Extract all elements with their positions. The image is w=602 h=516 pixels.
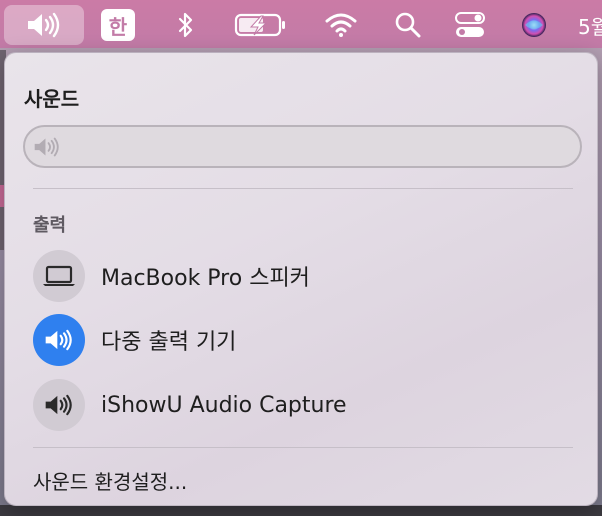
bluetooth-icon: [176, 11, 196, 39]
background-window-bottom: [0, 505, 602, 516]
siri-button[interactable]: [518, 5, 550, 45]
spotlight-button[interactable]: [392, 5, 424, 45]
device-label: iShowU Audio Capture: [101, 392, 347, 418]
speaker-icon: [33, 314, 85, 366]
divider: [33, 188, 573, 189]
device-item-macbook-pro-speaker[interactable]: MacBook Pro 스피커: [33, 249, 573, 303]
volume-slider[interactable]: [23, 125, 582, 168]
panel-title: 사운드: [24, 87, 80, 111]
output-section-label: 출력: [33, 215, 67, 236]
sound-menu-button[interactable]: [4, 5, 84, 45]
device-item-multi-output[interactable]: 다중 출력 기기: [33, 313, 573, 367]
speaker-icon: [33, 379, 85, 431]
bluetooth-button[interactable]: [170, 5, 202, 45]
device-item-ishowu-audio-capture[interactable]: iShowU Audio Capture: [33, 378, 573, 432]
menubar-date: 5월: [578, 14, 602, 39]
control-center-icon: [454, 11, 486, 39]
search-icon: [394, 11, 422, 39]
speaker-icon: [26, 12, 62, 38]
wifi-button[interactable]: [322, 5, 360, 45]
sound-preferences-menu-item[interactable]: 사운드 환경설정...: [33, 466, 187, 495]
siri-icon: [520, 11, 548, 39]
battery-button[interactable]: [232, 5, 290, 45]
device-label: 다중 출력 기기: [101, 330, 237, 355]
battery-charging-icon: [234, 12, 288, 38]
menu-bar: 한 5월: [0, 0, 602, 48]
control-center-button[interactable]: [452, 5, 488, 45]
laptop-icon: [33, 250, 85, 302]
speaker-icon: [33, 137, 61, 161]
clock-button[interactable]: 5월: [578, 5, 602, 45]
divider: [33, 447, 573, 448]
device-label: MacBook Pro 스피커: [101, 266, 310, 291]
input-source-label: 한: [101, 9, 135, 41]
wifi-icon: [324, 12, 358, 38]
input-source-button[interactable]: 한: [100, 5, 136, 45]
sound-menu-panel: 사운드 출력 MacBook Pro 스피커 다중 출력 기기 iShowU A…: [4, 52, 598, 506]
